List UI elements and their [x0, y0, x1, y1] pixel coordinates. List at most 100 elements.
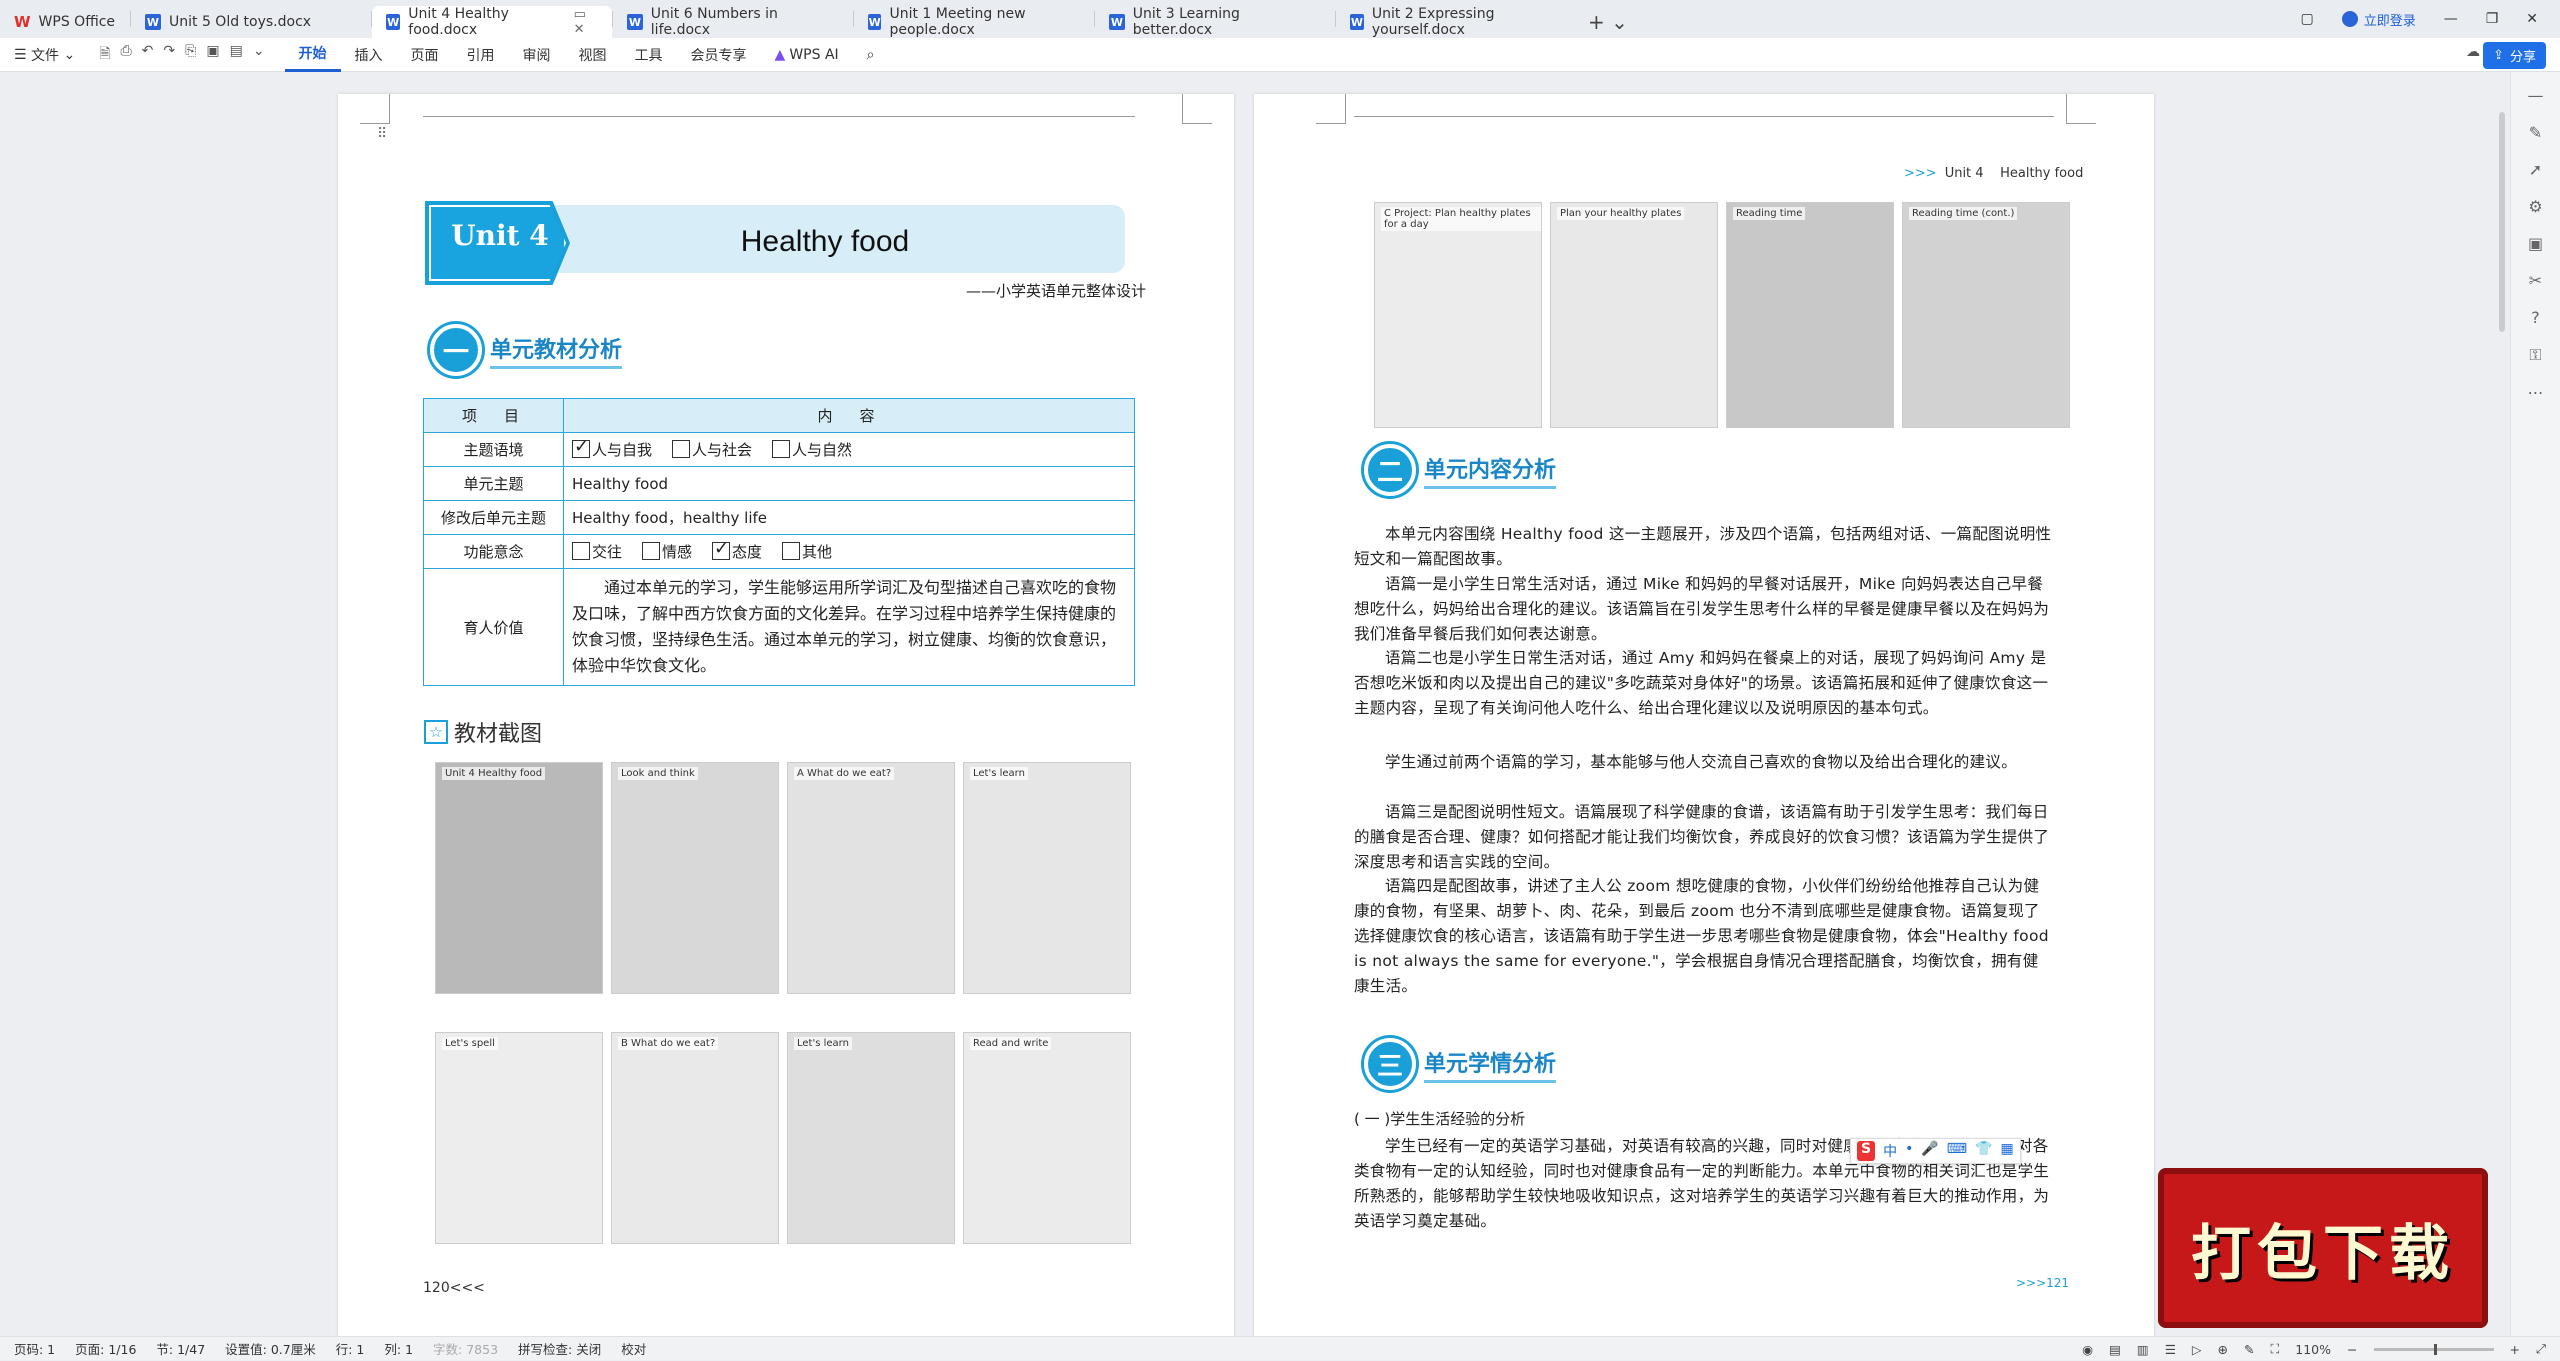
new-tab-button[interactable]: + ⌄	[1576, 6, 1640, 38]
checkbox[interactable]	[672, 440, 691, 458]
checkbox[interactable]	[572, 542, 590, 560]
menu-3[interactable]: 引用	[453, 38, 509, 72]
more-icon[interactable]: ⋯	[2528, 383, 2544, 402]
checkbox[interactable]	[782, 542, 801, 560]
status-spell[interactable]: 拼写检查: 关闭	[518, 1339, 601, 1358]
tab-4[interactable]: W Unit 1 Meeting new people.docx	[854, 6, 1094, 38]
checkbox-option[interactable]: 人与自然	[772, 440, 853, 459]
bag-icon[interactable]: ⚿	[2529, 345, 2541, 365]
close-window-button[interactable]: ✕	[2526, 11, 2538, 27]
image-icon[interactable]: ▣	[2528, 234, 2543, 253]
zoom-in-icon[interactable]: +	[2510, 1342, 2520, 1357]
screenshot-caption: Reading time (cont.)	[1909, 207, 2018, 220]
menu-5[interactable]: 视图	[565, 38, 621, 72]
menu-1[interactable]: 插入	[341, 38, 397, 72]
restore-button[interactable]: ❐	[2486, 11, 2499, 27]
status-pages[interactable]: 页面: 1/16	[75, 1339, 136, 1358]
textbook-screenshot: Plan your healthy plates	[1550, 202, 1718, 428]
checkbox-label: 人与自然	[792, 441, 853, 459]
tab-1[interactable]: W Unit 5 Old toys.docx	[131, 6, 371, 38]
tab-label: Unit 6 Numbers in life.docx	[650, 6, 778, 38]
menu-2[interactable]: 页面	[397, 38, 453, 72]
skin-icon[interactable]: ▢	[2300, 11, 2313, 27]
ime-toolbar[interactable]: S 中 • 🎤 ⌨ 👕 ▦	[1850, 1138, 2021, 1164]
redo-icon[interactable]: ↷	[163, 43, 175, 67]
zoom-out-icon[interactable]: −	[2347, 1342, 2357, 1357]
menu-6[interactable]: 工具	[621, 38, 677, 72]
search-icon[interactable]: ⌕	[853, 38, 889, 72]
pointer-icon[interactable]: ➚	[2529, 160, 2542, 179]
share-button[interactable]: ⇪ 分享	[2483, 42, 2546, 69]
print-icon[interactable]: ⎘	[185, 43, 196, 67]
menu-7[interactable]: 会员专享	[677, 38, 761, 72]
fit-icon[interactable]: ⛶	[2271, 1341, 2280, 1357]
download-badge[interactable]: 打包下载	[2158, 1168, 2488, 1328]
ime-item[interactable]: 👕	[1975, 1141, 1992, 1161]
file-menu[interactable]: ☰ 文件 ⌄	[0, 38, 89, 72]
status-words[interactable]: 字数: 7853	[433, 1339, 498, 1358]
checkbox-option[interactable]: 人与社会	[672, 440, 752, 459]
screenshot-caption: B What do we eat?	[618, 1037, 719, 1050]
fullscreen-icon[interactable]: ⤢	[2536, 1341, 2546, 1357]
tab-5[interactable]: W Unit 3 Learning better.docx	[1095, 6, 1335, 38]
ime-item[interactable]: 🎤	[1921, 1141, 1938, 1161]
checkbox-option[interactable]: 交往	[572, 542, 622, 561]
preview-icon[interactable]: ▣	[206, 43, 219, 67]
outline-icon[interactable]: ☰	[2165, 1342, 2176, 1357]
zoom-slider[interactable]	[2373, 1343, 2494, 1355]
ime-item[interactable]: 中	[1883, 1141, 1897, 1161]
checkbox[interactable]	[572, 436, 590, 458]
checkbox[interactable]	[712, 538, 731, 560]
textbook-screenshot: Read and write	[963, 1032, 1131, 1244]
format-icon[interactable]: ▤	[230, 43, 243, 67]
checkbox-label: 人与自我	[592, 441, 653, 459]
page-view-icon[interactable]: ▤	[2109, 1342, 2121, 1357]
collapse-icon[interactable]: —	[2528, 86, 2544, 105]
vertical-scrollbar[interactable]	[2496, 72, 2508, 1342]
cloud-icon[interactable]: ☁	[2466, 44, 2480, 60]
edit-icon[interactable]: ✎	[2529, 123, 2542, 142]
textbook-screenshot: Let's learn	[787, 1032, 955, 1244]
menu-4[interactable]: 审阅	[509, 38, 565, 72]
ime-item[interactable]: ⌨	[1947, 1141, 1967, 1161]
checkbox[interactable]	[642, 542, 661, 560]
table-value-cell: 人与自我 人与社会 人与自然	[563, 432, 1135, 467]
wps-ai-label: WPS AI	[789, 46, 839, 63]
tab-2[interactable]: W Unit 4 Healthy food.docx ▭ ✕	[372, 6, 612, 38]
login-button[interactable]: 立即登录	[2341, 10, 2416, 29]
textbook-screenshot: Reading time (cont.)	[1902, 202, 2070, 428]
checkbox-option[interactable]: 人与自我	[572, 436, 653, 459]
section-title: 单元内容分析	[1424, 452, 1557, 489]
tab-6[interactable]: W Unit 2 Expressing yourself.docx	[1336, 6, 1576, 38]
export-icon[interactable]: ⎙	[120, 43, 131, 67]
tools-icon[interactable]: ✂	[2529, 271, 2542, 290]
checkbox-option[interactable]: 情感	[642, 542, 692, 561]
checkbox-option[interactable]: 其他	[782, 542, 832, 561]
tab-0[interactable]: W WPS Office	[0, 6, 130, 38]
close-tab-icon[interactable]: ▭ ✕	[574, 7, 598, 37]
status-proof[interactable]: 校对	[621, 1339, 646, 1358]
undo-icon[interactable]: ↶	[142, 43, 154, 67]
section-number: 二	[1364, 444, 1416, 496]
settings-icon[interactable]: ⚙	[2528, 197, 2542, 216]
ime-item[interactable]: •	[1905, 1141, 1913, 1161]
web-view-icon[interactable]: ▥	[2137, 1342, 2149, 1357]
eye-icon[interactable]: ◉	[2082, 1342, 2093, 1357]
more-icon[interactable]: ⌄	[253, 43, 265, 67]
checkbox-option[interactable]: 态度	[712, 538, 762, 561]
drag-handle-icon[interactable]: ⠿	[377, 126, 387, 142]
save-icon[interactable]: 🗎	[99, 43, 110, 67]
zoom-level[interactable]: 110%	[2295, 1342, 2331, 1357]
minimize-button[interactable]: —	[2444, 11, 2458, 27]
checkbox[interactable]	[772, 440, 791, 458]
play-icon[interactable]: ▷	[2192, 1342, 2202, 1357]
scroll-thumb[interactable]	[2499, 112, 2505, 332]
textbook-screenshot: B What do we eat?	[611, 1032, 779, 1244]
wps-ai-button[interactable]: ▲ WPS AI	[761, 38, 853, 72]
pen-icon[interactable]: ✎	[2244, 1342, 2254, 1357]
help-icon[interactable]: ?	[2531, 308, 2540, 327]
ime-item[interactable]: ▦	[2000, 1141, 2013, 1161]
tab-3[interactable]: W Unit 6 Numbers in life.docx	[613, 6, 853, 38]
menu-0[interactable]: 开始	[284, 38, 341, 72]
globe-icon[interactable]: ⊕	[2218, 1342, 2228, 1357]
